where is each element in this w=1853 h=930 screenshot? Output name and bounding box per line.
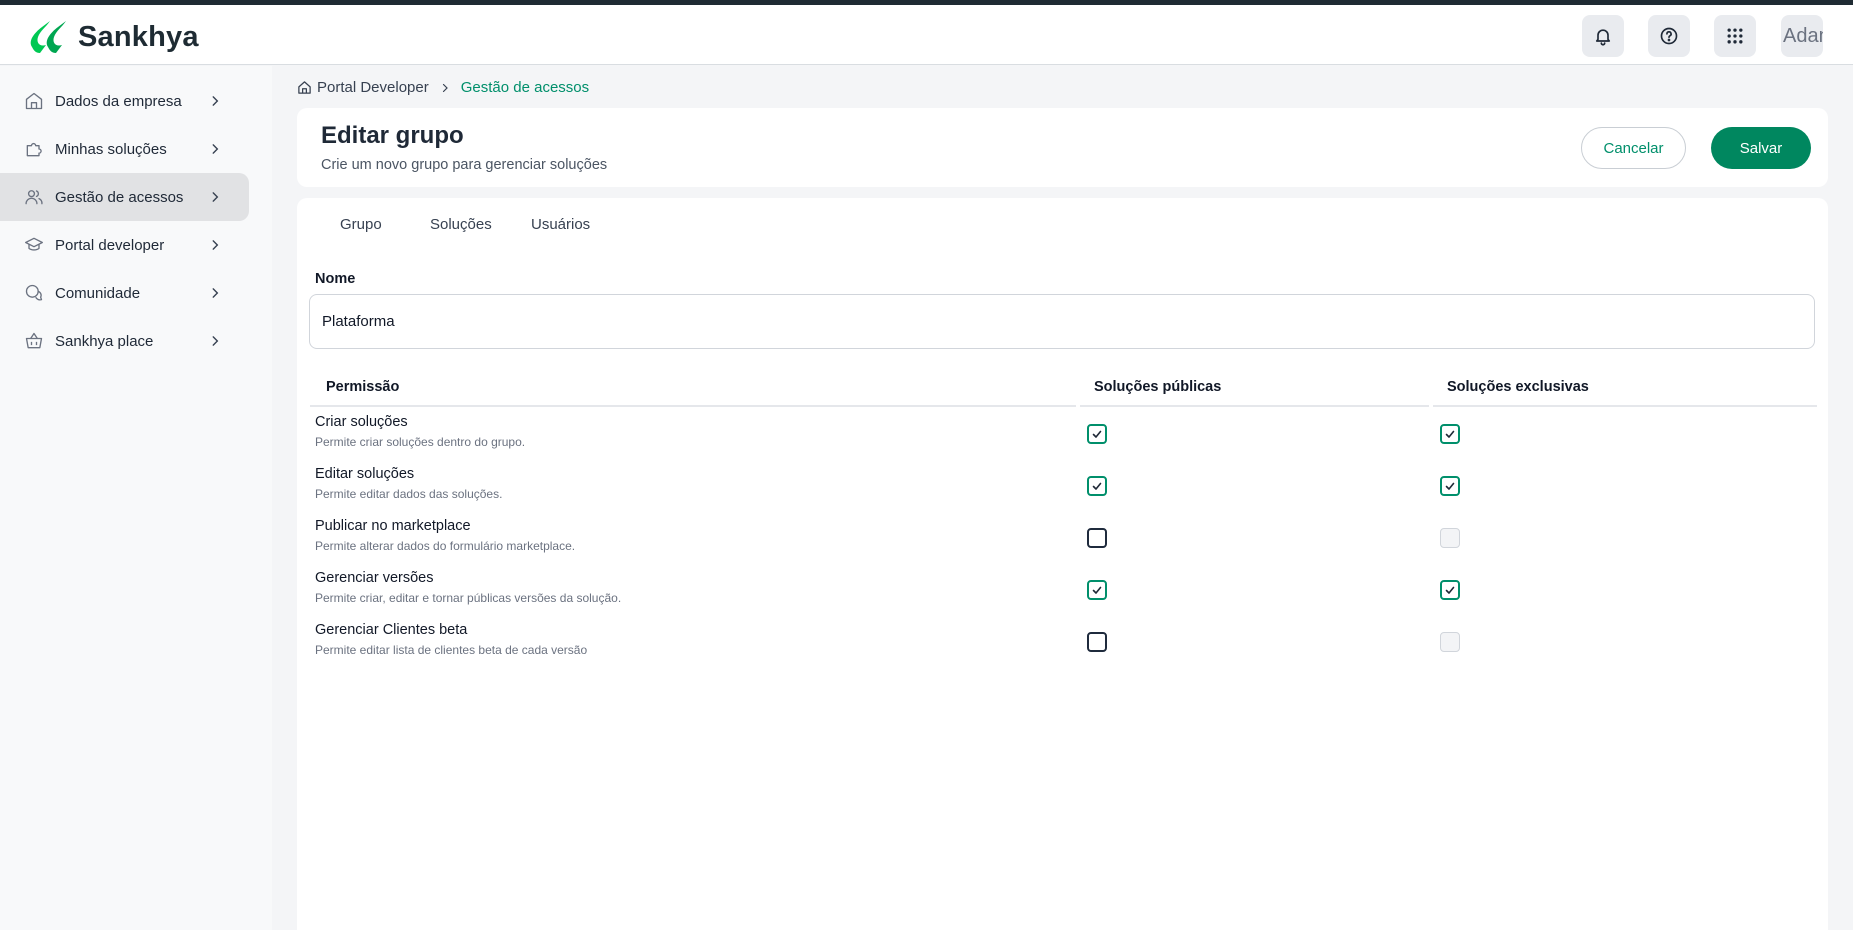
- chevron-right-icon: [212, 288, 219, 298]
- sidebar: Dados da empresa Minhas soluções Gestão …: [0, 66, 272, 930]
- sidebar-item-gestao-de-acessos[interactable]: Gestão de acessos: [0, 173, 249, 221]
- users-icon: [23, 186, 45, 208]
- chevron-right-icon: [442, 83, 448, 92]
- save-button[interactable]: Salvar: [1711, 127, 1811, 169]
- column-header-permission: Permissão: [326, 379, 400, 395]
- breadcrumb-home-link[interactable]: Portal Developer: [317, 79, 429, 96]
- name-field[interactable]: [309, 294, 1815, 349]
- chevron-right-icon: [212, 96, 219, 106]
- apps-button[interactable]: [1714, 15, 1756, 57]
- help-button[interactable]: [1648, 15, 1690, 57]
- permission-title: Criar soluções: [315, 414, 408, 430]
- chat-icon: [23, 282, 45, 304]
- check-icon: [1092, 586, 1102, 594]
- public-solutions-checkbox[interactable]: [1087, 424, 1107, 444]
- exclusive-solutions-checkbox[interactable]: [1440, 424, 1460, 444]
- sidebar-item-label: Gestão de acessos: [55, 188, 184, 206]
- basket-icon: [23, 330, 45, 352]
- sidebar-item-label: Dados da empresa: [55, 92, 182, 110]
- chevron-right-icon: [212, 192, 219, 202]
- graduation-cap-icon: [23, 234, 45, 256]
- tab-usuarios[interactable]: Usuários: [531, 216, 590, 233]
- check-icon: [1092, 430, 1102, 438]
- exclusive-solutions-checkbox-disabled: [1440, 528, 1460, 548]
- user-avatar[interactable]: Adam: [1781, 15, 1823, 57]
- chevron-right-icon: [212, 144, 219, 154]
- breadcrumb: Portal Developer Gestão de acessos: [297, 79, 589, 96]
- brand-name: Sankhya: [78, 20, 199, 53]
- sidebar-item-sankhya-place[interactable]: Sankhya place: [0, 317, 249, 365]
- cancel-button[interactable]: Cancelar: [1581, 127, 1686, 169]
- puzzle-icon: [23, 138, 45, 160]
- permission-description: Permite alterar dados do formulário mark…: [315, 539, 576, 553]
- header-divider: [1433, 405, 1817, 407]
- group-form-card: Grupo Soluções Usuários Nome Permissão S…: [297, 198, 1828, 930]
- sidebar-item-label: Comunidade: [55, 284, 141, 302]
- check-icon: [1092, 482, 1102, 490]
- help-icon: [1660, 27, 1678, 45]
- home-icon: [298, 81, 311, 94]
- notifications-button[interactable]: [1582, 15, 1624, 57]
- header-divider: [310, 405, 1076, 407]
- check-icon: [1445, 586, 1455, 594]
- chevron-right-icon: [212, 336, 219, 346]
- sidebar-item-comunidade[interactable]: Comunidade: [0, 269, 249, 317]
- check-icon: [1445, 430, 1455, 438]
- bell-icon: [1595, 29, 1611, 46]
- tab-grupo[interactable]: Grupo: [340, 216, 382, 233]
- page-subtitle: Crie um novo grupo para gerenciar soluçõ…: [321, 157, 608, 173]
- chevron-right-icon: [212, 240, 219, 250]
- brand-logo[interactable]: Sankhya: [26, 17, 199, 57]
- tab-solucoes[interactable]: Soluções: [430, 216, 492, 233]
- header-divider: [1080, 405, 1429, 407]
- column-header-public-solutions: Soluções públicas: [1094, 379, 1222, 395]
- sidebar-item-portal-developer[interactable]: Portal developer: [0, 221, 249, 269]
- sidebar-item-label: Minhas soluções: [55, 140, 167, 158]
- sidebar-item-minhas-solucoes[interactable]: Minhas soluções: [0, 125, 249, 173]
- public-solutions-checkbox[interactable]: [1087, 632, 1107, 652]
- permission-description: Permite criar soluções dentro do grupo.: [315, 435, 526, 449]
- page-header: Editar grupo Crie um novo grupo para ger…: [297, 108, 1828, 187]
- check-icon: [1445, 482, 1455, 490]
- permission-title: Gerenciar Clientes beta: [315, 622, 468, 638]
- avatar-alt-text: Adam: [1783, 25, 1823, 47]
- public-solutions-checkbox[interactable]: [1087, 528, 1107, 548]
- exclusive-solutions-checkbox[interactable]: [1440, 580, 1460, 600]
- permission-description: Permite editar lista de clientes beta de…: [315, 643, 588, 657]
- sidebar-item-label: Sankhya place: [55, 332, 154, 350]
- name-field-label: Nome: [315, 271, 356, 287]
- permission-title: Editar soluções: [315, 466, 415, 482]
- permission-title: Publicar no marketplace: [315, 518, 471, 534]
- sidebar-item-label: Portal developer: [55, 236, 165, 254]
- logo-mark-icon: [30, 21, 66, 53]
- breadcrumb-current[interactable]: Gestão de acessos: [461, 79, 589, 96]
- sidebar-item-dados-da-empresa[interactable]: Dados da empresa: [0, 77, 249, 125]
- public-solutions-checkbox[interactable]: [1087, 476, 1107, 496]
- permission-title: Gerenciar versões: [315, 570, 434, 586]
- top-bar: Sankhya Adam: [0, 5, 1853, 65]
- building-icon: [23, 90, 45, 112]
- page-title: Editar grupo: [321, 122, 464, 149]
- column-header-exclusive-solutions: Soluções exclusivas: [1447, 379, 1589, 395]
- public-solutions-checkbox[interactable]: [1087, 580, 1107, 600]
- exclusive-solutions-checkbox-disabled: [1440, 632, 1460, 652]
- apps-grid-icon: [1727, 28, 1743, 44]
- permission-description: Permite editar dados das soluções.: [315, 487, 503, 501]
- permission-description: Permite criar, editar e tornar públicas …: [315, 591, 622, 605]
- exclusive-solutions-checkbox[interactable]: [1440, 476, 1460, 496]
